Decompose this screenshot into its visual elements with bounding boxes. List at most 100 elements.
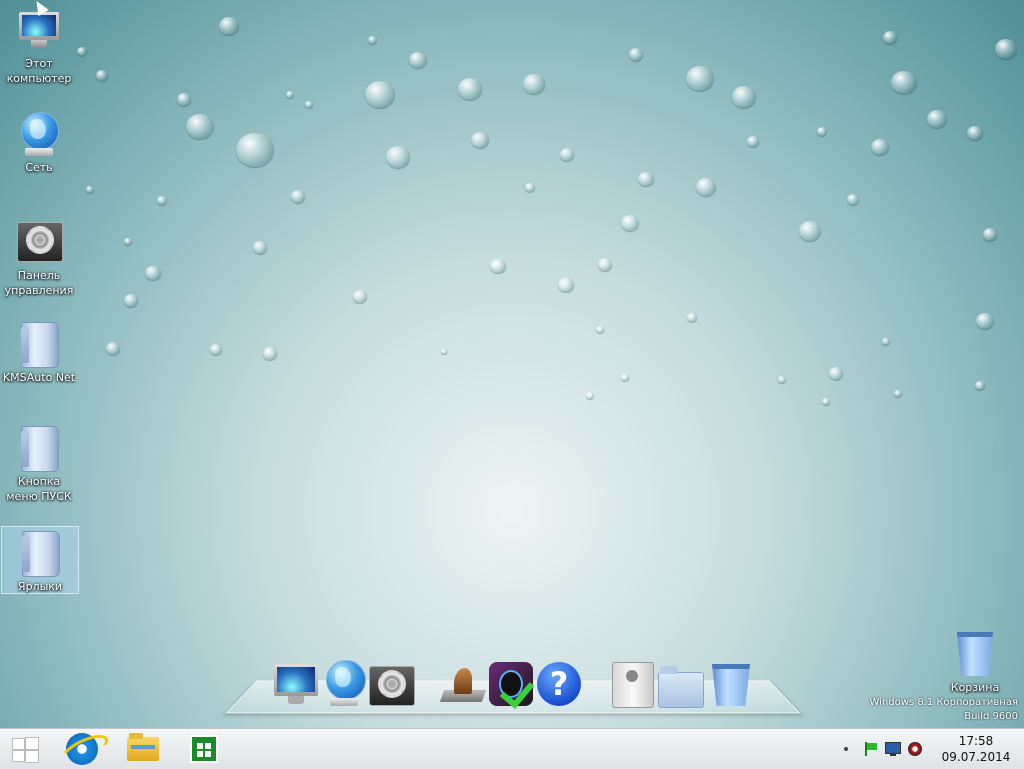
water-droplet: [236, 133, 274, 167]
desktop-icon-label: Ярлыки: [2, 579, 78, 594]
desktop-icon-control-panel[interactable]: Панель управления: [1, 218, 77, 298]
water-droplet: [891, 71, 917, 94]
start-button[interactable]: [0, 729, 56, 769]
taskbar-internet-explorer[interactable]: [56, 729, 112, 769]
show-hidden-dot-icon[interactable]: [840, 742, 856, 756]
desktop-icon-kmsauto[interactable]: KMSAuto Net: [1, 320, 77, 385]
water-droplet: [305, 101, 313, 108]
water-droplet: [523, 74, 545, 94]
water-droplet: [967, 126, 983, 140]
desktop-icon-label: KMSAuto Net: [1, 370, 77, 385]
water-droplet: [291, 190, 305, 203]
water-droplet: [732, 86, 756, 108]
desktop-icon-label: Этот компьютер: [1, 56, 77, 86]
water-droplet: [219, 17, 239, 35]
water-droplet: [778, 376, 786, 383]
clock-time: 17:58: [936, 733, 1016, 749]
water-droplet: [847, 194, 859, 205]
dock-system-preferences-gear-icon[interactable]: [369, 662, 415, 708]
desktop-icon-label: Кнопка меню ПУСК: [1, 474, 77, 504]
water-droplet: [458, 78, 482, 100]
water-droplet: [696, 178, 716, 196]
water-droplet: [747, 136, 759, 147]
water-droplet: [77, 47, 87, 56]
desktop[interactable]: Этот компьютер Сеть Панель управления KM…: [0, 0, 1024, 728]
water-droplet: [598, 258, 612, 271]
water-droplet: [86, 186, 94, 193]
desktop-icon-start-button[interactable]: Кнопка меню ПУСК: [1, 424, 77, 504]
water-droplet: [96, 70, 108, 81]
water-droplet: [894, 390, 902, 397]
water-droplet: [157, 196, 167, 205]
water-droplet: [368, 36, 377, 44]
water-droplet: [799, 221, 821, 241]
taskbar-file-explorer[interactable]: [115, 729, 171, 769]
water-droplet: [525, 183, 535, 192]
dock-globe-network-icon[interactable]: [322, 660, 368, 706]
water-droplet: [124, 238, 132, 245]
water-droplet: [976, 313, 994, 329]
dock-monitor-icon[interactable]: [272, 662, 318, 708]
network-monitor-icon[interactable]: [885, 742, 901, 756]
water-droplet: [995, 39, 1017, 59]
dock-documents-folder-icon[interactable]: [658, 664, 704, 710]
dock-apple-checkmark-icon[interactable]: [489, 662, 535, 708]
recycle-bin-icon: [951, 630, 999, 678]
desktop-icon-shortcuts[interactable]: Ярлыки: [1, 526, 79, 594]
windows-store-icon: [190, 735, 218, 763]
water-droplet: [822, 398, 830, 405]
desktop-icon-network[interactable]: Сеть: [1, 110, 77, 175]
globe-network-icon: [15, 110, 63, 158]
folder-icon: [15, 424, 63, 472]
file-explorer-icon: [127, 737, 159, 761]
water-droplet: [210, 344, 222, 355]
watermark-edition: Windows 8.1 Корпоративная: [870, 697, 1019, 708]
folder-icon: [16, 529, 64, 577]
water-droplet: [365, 81, 395, 108]
water-droplet: [490, 259, 506, 273]
water-droplet: [686, 66, 714, 91]
watermark-build: Build 9600: [870, 711, 1019, 722]
water-droplet: [629, 48, 643, 61]
water-droplet: [927, 110, 947, 128]
water-droplet: [186, 114, 214, 139]
dock-recycle-bin-icon[interactable]: [708, 662, 754, 708]
dock-chess-knight-icon[interactable]: [440, 660, 486, 706]
water-droplet: [386, 146, 410, 168]
water-droplet: [882, 338, 890, 345]
water-droplet: [983, 228, 997, 241]
control-panel-gear-icon: [15, 218, 63, 266]
water-droplet: [124, 294, 138, 307]
windows-watermark: Windows 8.1 Корпоративная Build 9600: [870, 697, 1019, 722]
water-droplet: [621, 374, 629, 381]
water-droplet: [829, 367, 843, 380]
speaker-icon[interactable]: [908, 742, 924, 756]
desktop-icon-label: Сеть: [1, 160, 77, 175]
desktop-icon-label: Корзина: [937, 680, 1013, 695]
taskbar-clock[interactable]: 17:58 09.07.2014: [936, 733, 1016, 765]
clock-date: 09.07.2014: [936, 749, 1016, 765]
water-droplet: [871, 139, 889, 155]
water-droplet: [263, 347, 277, 360]
water-droplet: [253, 241, 267, 254]
taskbar: 17:58 09.07.2014: [0, 728, 1024, 769]
desktop-icon-recycle-bin[interactable]: Корзина: [937, 630, 1013, 695]
water-droplet: [441, 349, 447, 354]
dock-help-question-icon[interactable]: ?: [537, 662, 583, 708]
water-droplet: [596, 326, 604, 333]
desktop-icon-this-pc[interactable]: Этот компьютер: [1, 6, 77, 86]
water-droplet: [145, 266, 161, 280]
folder-icon: [15, 320, 63, 368]
water-droplet: [558, 278, 574, 292]
taskbar-windows-store[interactable]: [176, 729, 232, 769]
windows-start-icon: [12, 737, 38, 761]
water-droplet: [471, 132, 489, 148]
water-droplet: [353, 290, 367, 303]
water-droplet: [106, 342, 120, 355]
action-center-flag-icon[interactable]: [862, 742, 878, 756]
water-droplet: [177, 93, 191, 106]
dock-hard-drive-icon[interactable]: [610, 660, 656, 706]
water-droplet: [560, 148, 574, 161]
water-droplet: [975, 381, 985, 390]
water-droplet: [687, 313, 697, 322]
